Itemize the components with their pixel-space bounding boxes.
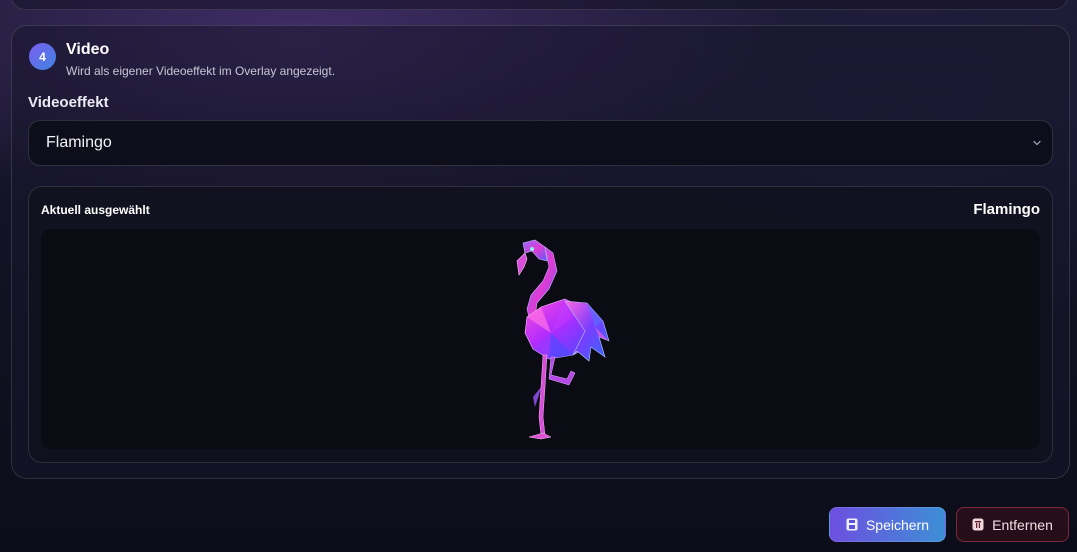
current-selection-preview: Aktuell ausgewählt Flamingo (28, 186, 1053, 463)
video-section-card: 4 Video Wird als eigener Videoeffekt im … (11, 25, 1070, 479)
previous-section-card (11, 0, 1068, 10)
section-title: Video (66, 41, 110, 58)
video-effect-selected-value: Flamingo (46, 134, 112, 151)
video-effect-label: Videoeffekt (28, 94, 109, 111)
video-effect-select[interactable]: Flamingo (28, 120, 1053, 166)
trash-icon (972, 518, 984, 531)
step-number-badge: 4 (29, 43, 56, 70)
remove-button[interactable]: Entfernen (956, 507, 1069, 542)
save-icon (846, 518, 858, 531)
current-selection-value: Flamingo (973, 201, 1040, 218)
section-subtitle: Wird als eigener Videoeffekt im Overlay … (66, 64, 336, 78)
save-button-label: Speichern (865, 516, 930, 533)
flamingo-illustration (516, 239, 610, 440)
current-selection-label: Aktuell ausgewählt (41, 203, 150, 217)
chevron-down-icon (1033, 140, 1041, 146)
action-bar: Speichern Entfernen (11, 500, 1077, 544)
video-preview-area (41, 229, 1040, 449)
remove-button-label: Entfernen (992, 516, 1053, 533)
save-button[interactable]: Speichern (829, 507, 946, 542)
